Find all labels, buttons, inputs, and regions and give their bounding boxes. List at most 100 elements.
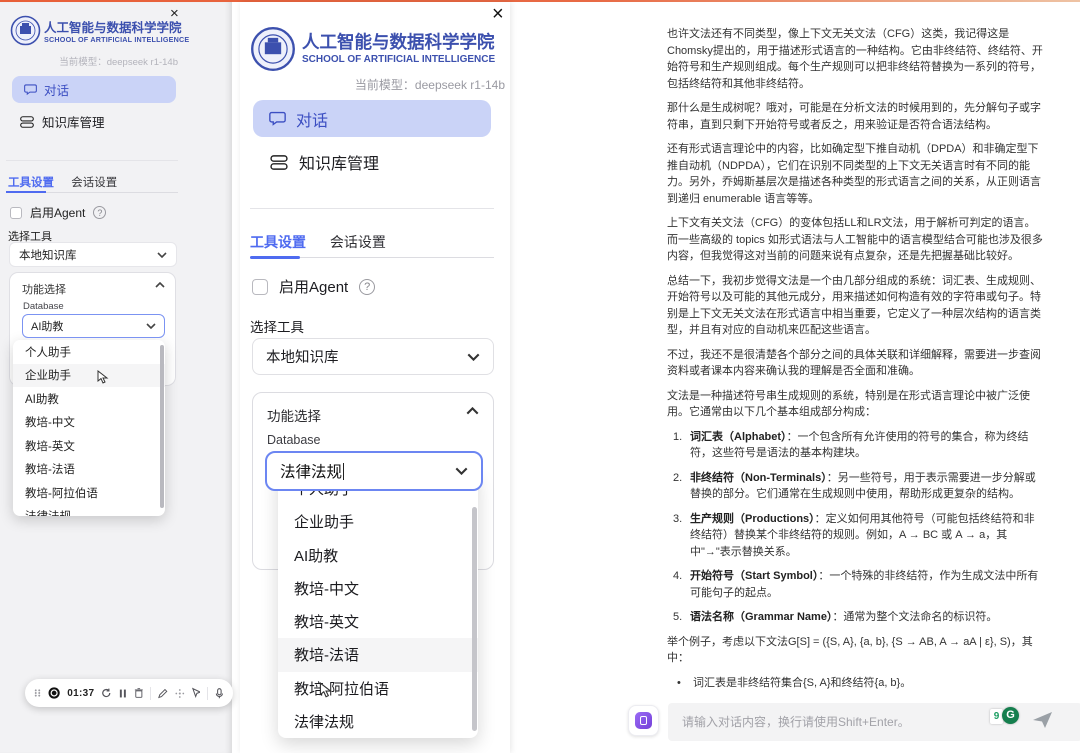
tool-select[interactable]: 本地知识库 <box>9 242 177 267</box>
tab-session-settings[interactable]: 会话设置 <box>330 234 386 250</box>
doc-paragraph: 上下文有关文法（CFG）的变体包括LL和LR文法，用于解析可判定的语言。而一些高… <box>667 215 1045 265</box>
doc-list-item: 1. 词汇表（Alphabet）：一个包含所有允许使用的符号的集合，称为终结符，… <box>667 429 1045 462</box>
help-icon[interactable]: ? <box>359 279 375 295</box>
list-item-term: 语法名称（Grammar Name） <box>690 611 832 623</box>
trash-icon[interactable] <box>134 687 144 699</box>
dropdown-option-label: 法律法规 <box>294 711 354 732</box>
enable-agent-label: 启用Agent <box>30 204 85 221</box>
nav-item-chat[interactable]: 对话 <box>253 100 491 137</box>
list-item-text: ：通常为整个文法命名的标识符。 <box>832 611 997 623</box>
dropdown-option-label: AI助教 <box>25 391 59 407</box>
tool-select[interactable]: 本地知识库 <box>252 338 494 375</box>
drag-handle-icon[interactable] <box>34 688 41 698</box>
pointer-icon[interactable] <box>192 687 201 699</box>
recording-time: 01:37 <box>67 688 94 699</box>
database-select[interactable]: AI助教 <box>22 314 165 338</box>
extension-pin-icon[interactable]: 9 <box>990 709 1003 724</box>
pencil-icon[interactable] <box>158 688 168 699</box>
dropdown-option[interactable]: 教培-法语 <box>278 638 478 671</box>
tool-select-value: 本地知识库 <box>19 247 77 263</box>
assistant-app-button[interactable] <box>628 705 659 736</box>
chat-response-document: 也许文法还有不同类型，像上下文无关文法（CFG）这类，我记得这是Chomsky提… <box>667 26 1045 690</box>
restart-icon[interactable] <box>101 687 111 699</box>
school-subtitle: SCHOOL OF ARTIFICIAL INTELLIGENCE <box>44 35 189 44</box>
dropdown-option[interactable]: 教培-英文 <box>13 434 165 458</box>
chevron-down-icon <box>146 323 156 329</box>
dropdown-option-label: 教培-法语 <box>25 461 75 477</box>
chevron-down-icon <box>455 467 468 475</box>
dropdown-scrollbar[interactable] <box>160 345 164 508</box>
pause-icon[interactable] <box>119 688 127 699</box>
function-select-title: 功能选择 <box>22 281 66 297</box>
doc-bullet-item: • 词汇表是非终结符集合{S, A}和终结符{a, b}。 <box>667 675 1045 691</box>
dropdown-option[interactable]: 教培-英文 <box>278 605 478 638</box>
tab-tool-settings[interactable]: 工具设置 <box>8 177 54 189</box>
doc-example-intro: 举个例子，考虑以下文法G[S] = ({S, A}, {a, b}, {S → … <box>667 634 1045 667</box>
help-icon[interactable]: ? <box>93 206 106 219</box>
extension-g-icon[interactable]: G <box>1002 707 1019 724</box>
dropdown-scrollbar[interactable] <box>472 507 477 731</box>
dropdown-option[interactable]: AI助教 <box>13 387 165 411</box>
dropdown-option[interactable]: 企业助手 <box>13 364 165 388</box>
mouse-cursor-icon <box>96 370 109 385</box>
close-icon[interactable]: × <box>492 4 504 24</box>
dropdown-option[interactable]: 教培-中文 <box>278 572 478 605</box>
dropdown-option[interactable]: 教培-阿拉伯语 <box>13 481 165 505</box>
dropdown-option-label: 教培-英文 <box>294 611 359 632</box>
dropdown-option[interactable]: 法律法规 <box>13 505 165 517</box>
dropdown-option[interactable]: 教培-法语 <box>13 458 165 482</box>
school-logo <box>250 26 296 77</box>
tab-active-underline <box>250 256 300 259</box>
screen-recorder-toolbar: 01:37 <box>25 679 233 707</box>
nav-item-knowledge-base[interactable]: 知识库管理 <box>20 112 105 131</box>
record-button-icon[interactable] <box>48 686 60 700</box>
dropdown-option-label: 个人助手 <box>25 344 71 360</box>
doc-paragraph: 还有形式语言理论中的内容，比如确定型下推自动机（DPDA）和非确定型下推自动机（… <box>667 141 1045 207</box>
enable-agent-checkbox[interactable] <box>10 207 22 219</box>
tab-tool-settings[interactable]: 工具设置 <box>250 234 306 250</box>
chat-bubble-icon <box>269 110 286 127</box>
function-select-title: 功能选择 <box>267 405 321 425</box>
doc-paragraph: 不过，我还不是很清楚各个部分之间的具体关联和详细解释，需要进一步查阅资料或者课本… <box>667 347 1045 380</box>
screenshot-root: × 人工智能与数据科学学院 SCHOOL OF ARTIFICIAL INTEL… <box>0 0 1080 753</box>
nav-chat-label: 对话 <box>296 107 328 131</box>
list-item-term: 生产规则（Productions） <box>690 513 815 525</box>
dropdown-option[interactable]: 教培-阿拉伯语 <box>278 672 478 705</box>
microphone-icon[interactable] <box>215 687 224 700</box>
nav-item-knowledge-base[interactable]: 知识库管理 <box>270 150 379 174</box>
sidebar-panel-large: × 人工智能与数据科学学院 SCHOOL OF ARTIFICIAL INTEL… <box>240 2 510 753</box>
dropdown-option[interactable]: 个人助手 <box>13 340 165 364</box>
dropdown-option[interactable]: 法律法规 <box>278 705 478 738</box>
divider <box>250 208 494 209</box>
school-title: 人工智能与数据科学学院 <box>302 29 495 54</box>
nav-item-chat[interactable]: 对话 <box>12 76 176 103</box>
doc-numbered-list: 1. 词汇表（Alphabet）：一个包含所有允许使用的符号的集合，称为终结符，… <box>667 429 1045 626</box>
nav-chat-label: 对话 <box>44 80 69 99</box>
tab-session-settings[interactable]: 会话设置 <box>71 177 117 189</box>
list-item-term: 词汇表（Alphabet） <box>690 431 787 443</box>
send-icon[interactable] <box>1032 711 1054 729</box>
chevron-up-icon[interactable] <box>155 282 165 288</box>
database-label: Database <box>23 301 64 312</box>
chevron-up-icon[interactable] <box>466 407 479 415</box>
list-item-number: 5. <box>673 609 690 626</box>
nav-kb-label: 知识库管理 <box>299 150 379 174</box>
toolbar-divider <box>150 687 151 700</box>
enable-agent-checkbox[interactable] <box>252 279 268 295</box>
database-dropdown-list: 个人助手 企业助手 AI助教 教培-中文 教培-英文 <box>13 340 165 516</box>
dropdown-option[interactable]: AI助教 <box>278 539 478 572</box>
current-model-label: 当前模型：deepseek r1-14b <box>0 54 178 68</box>
dropdown-option[interactable]: 教培-中文 <box>13 411 165 435</box>
blur-region-icon[interactable] <box>175 688 185 699</box>
school-logo <box>10 15 41 51</box>
chat-input[interactable] <box>668 703 1080 741</box>
chevron-down-icon <box>157 252 167 258</box>
dropdown-option[interactable]: 企业助手 <box>278 505 478 538</box>
database-select[interactable]: 法律法规 <box>265 451 483 491</box>
database-dropdown-list: 个人助手 企业助手 AI助教 教培-中文 教培-英文 <box>278 472 478 738</box>
doc-paragraph: 那什么是生成树呢？哦对，可能是在分析文法的时候用到的，先分解句子或字符串，直到只… <box>667 100 1045 133</box>
bullet-dot: • <box>677 675 693 691</box>
dropdown-option-label: 教培-中文 <box>25 414 75 430</box>
dropdown-option-label: 教培-英文 <box>25 438 75 454</box>
list-item-term: 开始符号（Start Symbol） <box>690 570 818 582</box>
